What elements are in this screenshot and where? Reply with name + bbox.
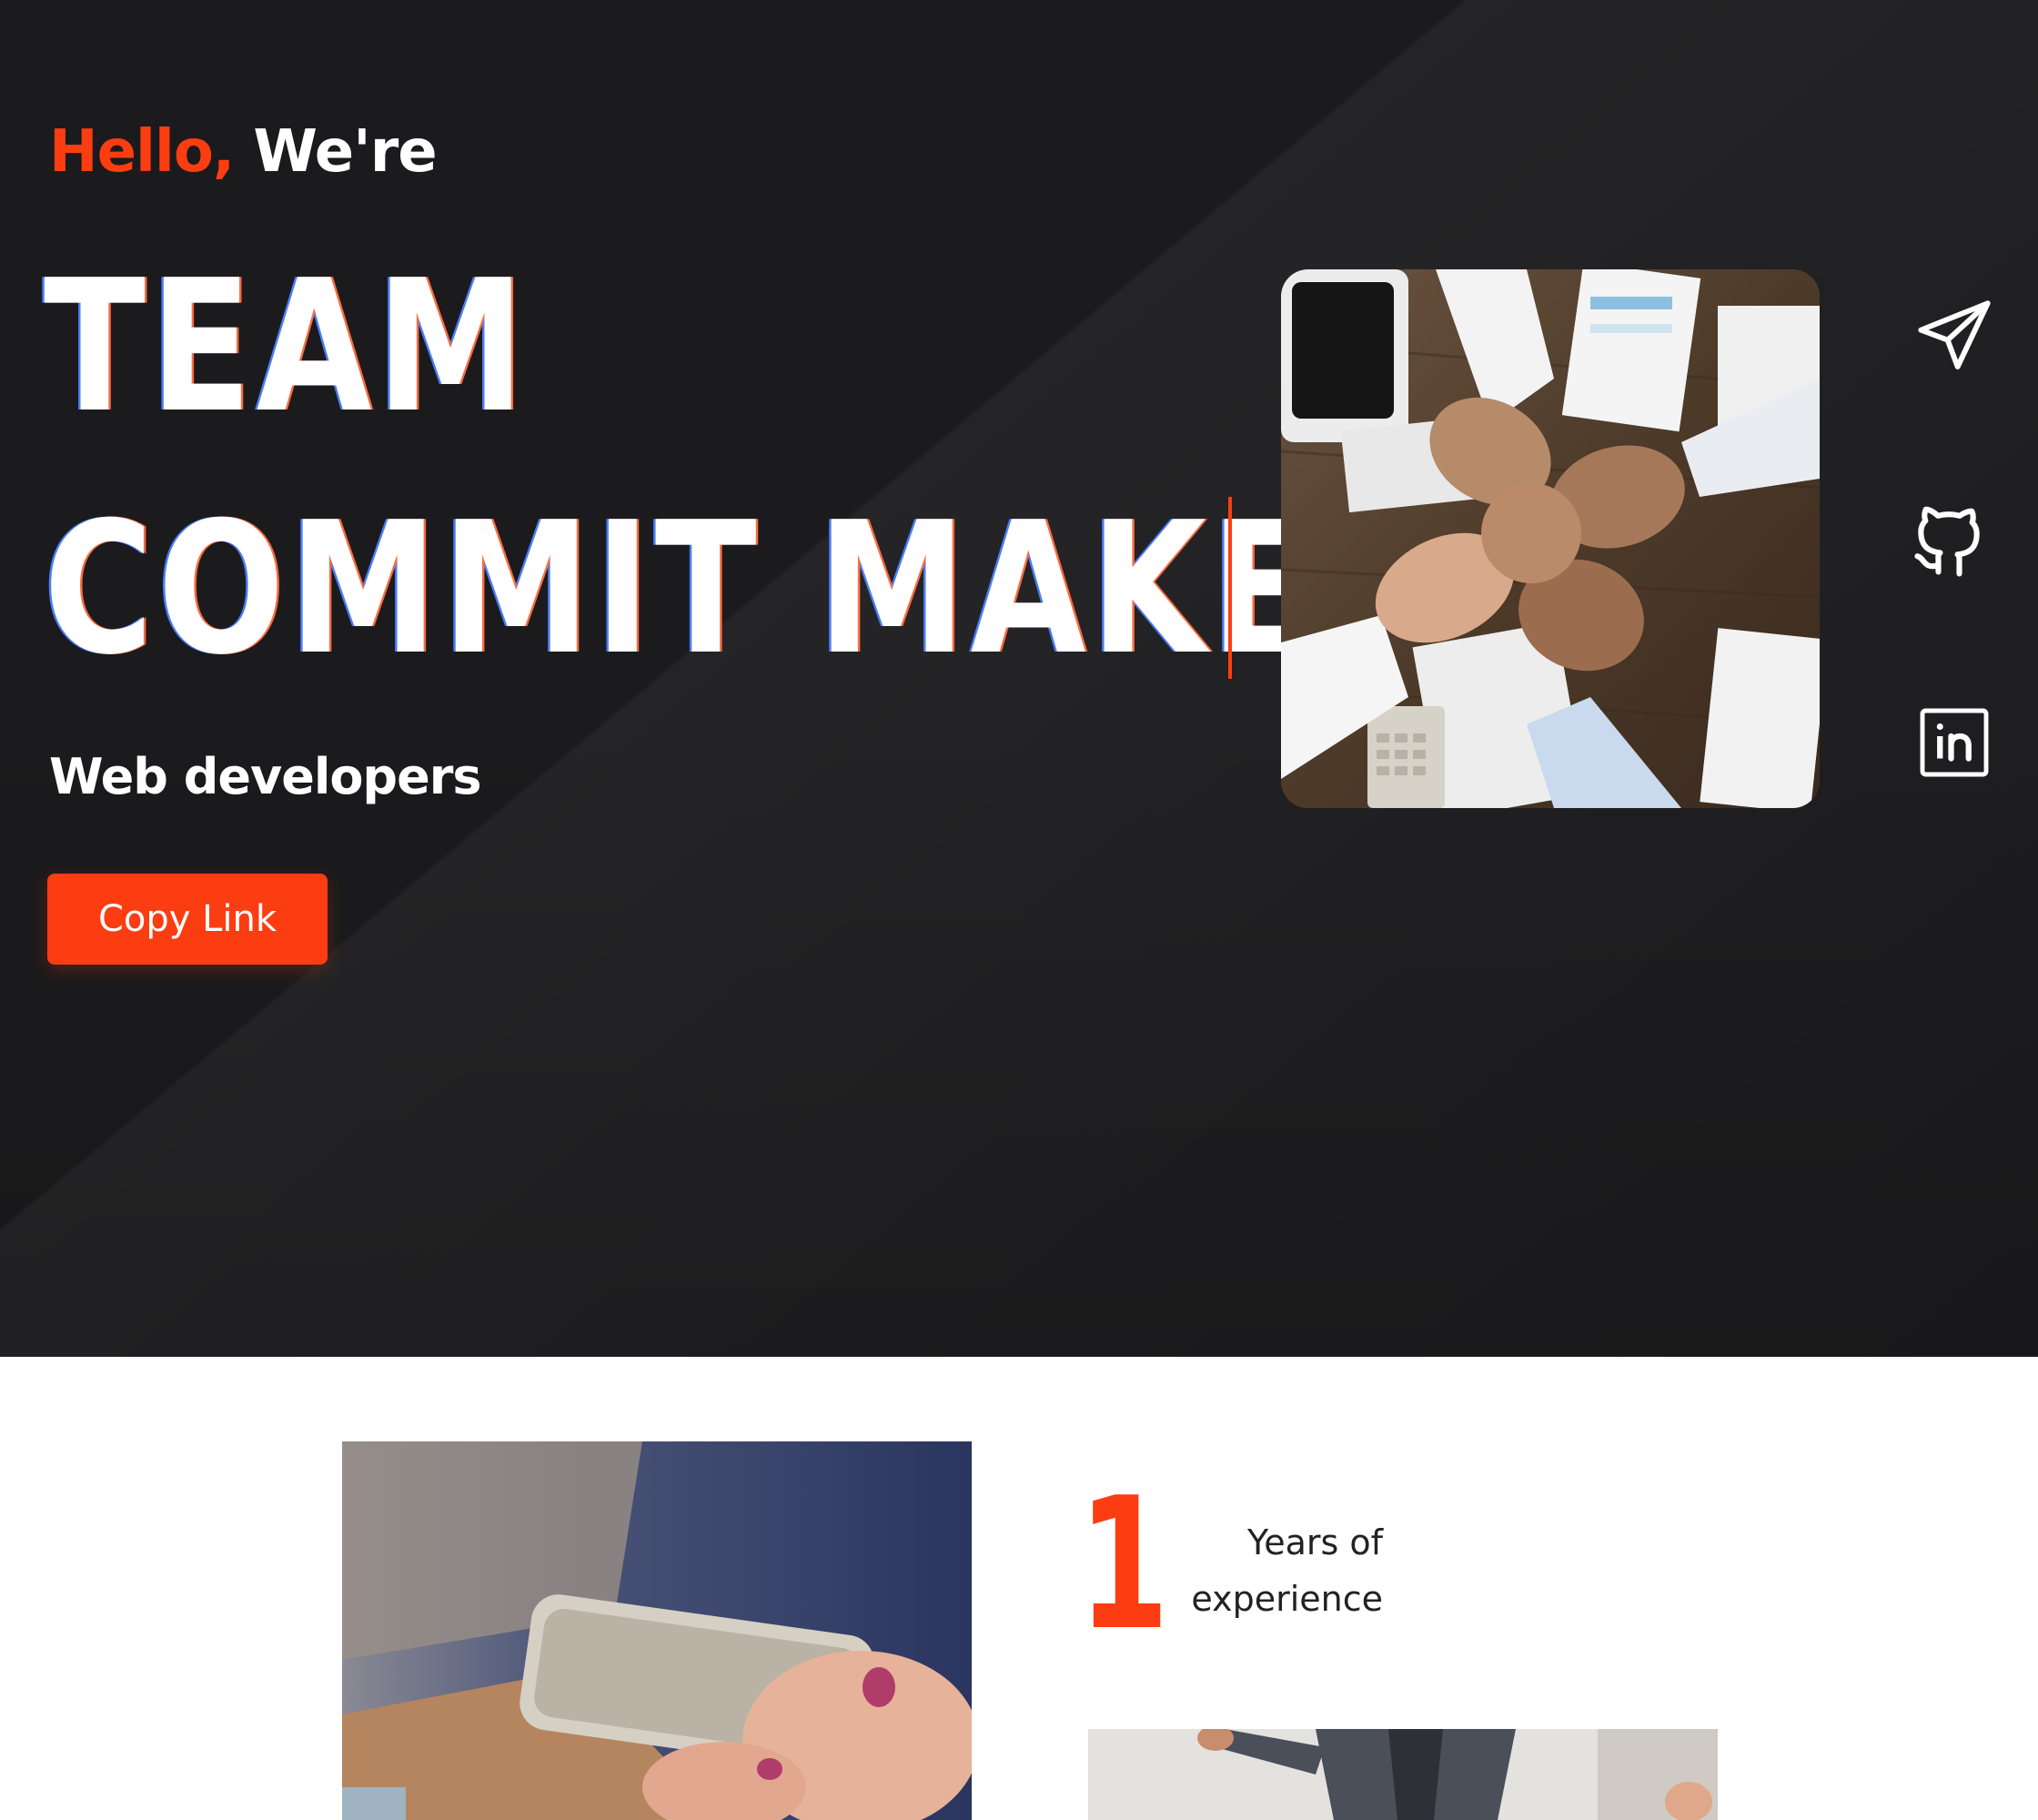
paper-plane-icon (1918, 300, 1991, 369)
github-icon (1914, 506, 1980, 577)
presenter-image (1088, 1729, 1718, 1820)
years-label-line-2: experience (1191, 1579, 1383, 1619)
greeting-were: We're (253, 118, 437, 186)
hero-greeting: Hello, We're (49, 118, 438, 186)
hero-section: Hello, We're TEAM COMMIT MAKERS Web deve… (0, 0, 2038, 1357)
github-link[interactable] (1905, 497, 1993, 584)
smartphone-illustration (342, 1441, 972, 1820)
greeting-hello: Hello, (49, 118, 235, 186)
copy-link-button[interactable]: Copy Link (47, 874, 328, 965)
hero-team-image (1281, 269, 1820, 808)
presenter-illustration (1088, 1729, 1718, 1820)
years-label-line-1: Years of (1247, 1522, 1383, 1562)
telegram-link[interactable] (1911, 293, 1998, 380)
hero-title-line-1: TEAM (44, 241, 530, 453)
linkedin-icon (1920, 708, 1989, 777)
hero-subtitle: Web developers (49, 748, 481, 805)
typing-cursor (1228, 497, 1232, 679)
linkedin-link[interactable] (1911, 699, 1998, 786)
smartphone-hand-image (342, 1441, 972, 1820)
years-experience-label: Years of experience (1174, 1514, 1383, 1627)
team-fist-bump-illustration (1281, 269, 1820, 808)
years-experience-number: 1 (1078, 1459, 1170, 1671)
